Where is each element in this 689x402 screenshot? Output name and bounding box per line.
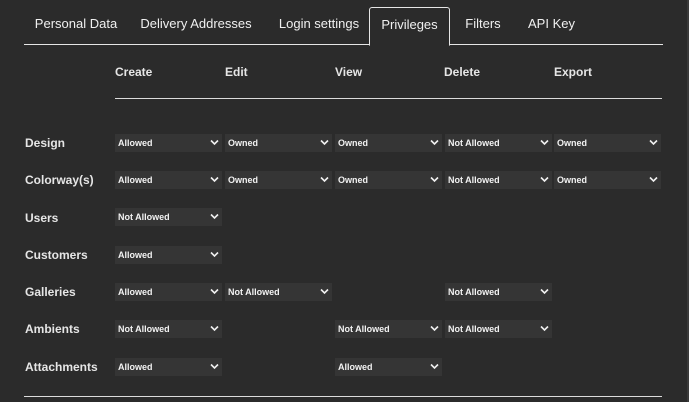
privilege-select-design-export[interactable]: Owned <box>554 134 661 152</box>
chevron-down-icon <box>649 176 658 183</box>
chevron-down-icon <box>649 139 658 146</box>
row-label-attachments: Attachments <box>25 360 98 374</box>
privilege-select-value: Not Allowed <box>338 324 390 334</box>
privilege-select-value: Owned <box>338 175 369 185</box>
chevron-down-icon <box>430 325 439 332</box>
privilege-select-value: Not Allowed <box>118 212 170 222</box>
bottom-divider <box>24 396 662 397</box>
privilege-select-galleries-edit[interactable]: Not Allowed <box>225 283 332 301</box>
header-divider <box>115 98 662 99</box>
chevron-down-icon <box>320 288 329 295</box>
tab-delivery-addresses[interactable]: Delivery Addresses <box>134 7 258 44</box>
chevron-down-icon <box>210 213 219 220</box>
privilege-select-design-edit[interactable]: Owned <box>225 134 332 152</box>
privilege-select-value: Not Allowed <box>448 324 500 334</box>
privilege-select-value: Allowed <box>118 287 153 297</box>
privilege-select-colorways-create[interactable]: Allowed <box>115 171 222 189</box>
chevron-down-icon <box>210 325 219 332</box>
privilege-select-design-create[interactable]: Allowed <box>115 134 222 152</box>
privilege-select-value: Owned <box>228 175 259 185</box>
privilege-select-ambients-delete[interactable]: Not Allowed <box>445 320 552 338</box>
chevron-down-icon <box>210 176 219 183</box>
privilege-select-value: Allowed <box>118 138 153 148</box>
chevron-down-icon <box>430 176 439 183</box>
privilege-select-galleries-create[interactable]: Allowed <box>115 283 222 301</box>
chevron-down-icon <box>540 176 549 183</box>
privilege-select-value: Allowed <box>118 362 153 372</box>
privilege-select-ambients-create[interactable]: Not Allowed <box>115 320 222 338</box>
privilege-select-value: Not Allowed <box>118 324 170 334</box>
privilege-select-colorways-export[interactable]: Owned <box>554 171 661 189</box>
row-label-ambients: Ambients <box>25 322 80 336</box>
chevron-down-icon <box>320 176 329 183</box>
privilege-select-attachments-create[interactable]: Allowed <box>115 358 222 376</box>
chevron-down-icon <box>210 251 219 258</box>
privilege-select-value: Allowed <box>118 175 153 185</box>
privilege-select-users-create[interactable]: Not Allowed <box>115 208 222 226</box>
privilege-select-value: Owned <box>557 175 588 185</box>
tab-api-key[interactable]: API Key <box>519 7 584 44</box>
column-header-view: View <box>335 65 363 79</box>
privilege-select-customers-create[interactable]: Allowed <box>115 246 222 264</box>
chevron-down-icon <box>540 139 549 146</box>
row-label-design: Design <box>25 136 66 150</box>
chevron-down-icon <box>210 139 219 146</box>
privilege-select-colorways-view[interactable]: Owned <box>335 171 442 189</box>
row-label-users: Users <box>25 211 59 225</box>
privilege-select-galleries-delete[interactable]: Not Allowed <box>445 283 552 301</box>
privilege-select-design-view[interactable]: Owned <box>335 134 442 152</box>
tab-login-settings[interactable]: Login settings <box>268 7 370 44</box>
chevron-down-icon <box>210 363 219 370</box>
column-header-delete: Delete <box>444 65 481 79</box>
chevron-down-icon <box>540 325 549 332</box>
tab-personal-data[interactable]: Personal Data <box>24 7 128 44</box>
privilege-select-value: Not Allowed <box>448 175 500 185</box>
chevron-down-icon <box>430 363 439 370</box>
privilege-select-value: Allowed <box>338 362 373 372</box>
privilege-select-value: Owned <box>338 138 369 148</box>
privilege-select-colorways-delete[interactable]: Not Allowed <box>445 171 552 189</box>
chevron-down-icon <box>320 139 329 146</box>
row-label-galleries: Galleries <box>25 285 76 299</box>
chevron-down-icon <box>430 139 439 146</box>
privilege-select-attachments-view[interactable]: Allowed <box>335 358 442 376</box>
column-header-create: Create <box>115 65 153 79</box>
chevron-down-icon <box>540 288 549 295</box>
privilege-select-value: Not Allowed <box>448 287 500 297</box>
row-label-colorways: Colorway(s) <box>25 173 94 187</box>
tab-filters[interactable]: Filters <box>458 7 508 44</box>
privilege-select-design-delete[interactable]: Not Allowed <box>445 134 552 152</box>
column-header-export: Export <box>554 65 593 79</box>
row-label-customers: Customers <box>25 248 88 262</box>
privilege-select-ambients-view[interactable]: Not Allowed <box>335 320 442 338</box>
tab-bar: Personal Data Delivery Addresses Login s… <box>24 7 663 46</box>
privileges-panel: Personal Data Delivery Addresses Login s… <box>0 0 689 402</box>
tab-privileges[interactable]: Privileges <box>369 7 450 46</box>
chevron-down-icon <box>210 288 219 295</box>
privilege-select-value: Owned <box>557 138 588 148</box>
privilege-select-value: Allowed <box>118 250 153 260</box>
privilege-select-value: Not Allowed <box>448 138 500 148</box>
privilege-select-value: Not Allowed <box>228 287 280 297</box>
privilege-select-colorways-edit[interactable]: Owned <box>225 171 332 189</box>
column-header-edit: Edit <box>225 65 248 79</box>
privilege-select-value: Owned <box>228 138 259 148</box>
